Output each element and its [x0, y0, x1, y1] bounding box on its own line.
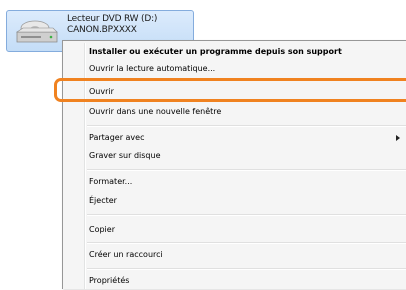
menu-separator — [87, 214, 406, 216]
menu-item-create-shortcut[interactable]: Créer un raccourci — [89, 246, 163, 264]
menu-icon-gutter — [84, 43, 86, 289]
dvd-drive-icon — [16, 20, 58, 43]
menu-separator — [87, 268, 406, 270]
menu-item-open[interactable]: Ouvrir — [89, 83, 114, 101]
menu-item-open-new-window[interactable]: Ouvrir dans une nouvelle fenêtre — [89, 103, 221, 121]
menu-item-install-run[interactable]: Installer ou exécuter un programme depui… — [89, 43, 342, 61]
drive-name: Lecteur DVD RW (D:) — [67, 14, 158, 24]
menu-item-burn-to-disc[interactable]: Graver sur disque — [89, 147, 161, 165]
submenu-arrow-icon — [396, 135, 400, 141]
menu-item-format[interactable]: Formater... — [89, 173, 132, 191]
menu-separator — [87, 242, 406, 244]
menu-separator — [87, 169, 406, 171]
menu-item-copy[interactable]: Copier — [89, 221, 115, 239]
menu-item-properties[interactable]: Propriétés — [89, 272, 129, 290]
menu-item-autoplay[interactable]: Ouvrir la lecture automatique... — [89, 60, 215, 78]
menu-item-eject[interactable]: Éjecter — [89, 192, 117, 210]
context-menu: Installer ou exécuter un programme depui… — [62, 40, 406, 289]
drive-volume-label: CANON.BPXXXX — [67, 25, 137, 35]
menu-item-share-with[interactable]: Partager avec — [89, 129, 144, 147]
menu-separator — [87, 125, 406, 127]
